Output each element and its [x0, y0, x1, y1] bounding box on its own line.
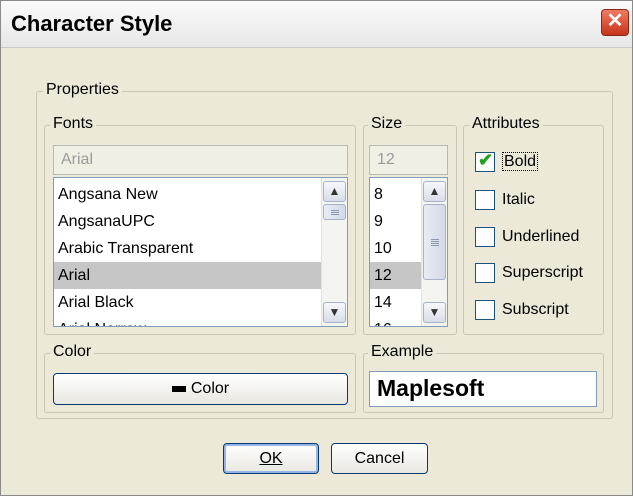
title-bar: Character Style ✕ [1, 1, 632, 48]
color-button-label: Color [190, 380, 230, 397]
color-swatch-icon [171, 385, 186, 392]
attributes-legend: Attributes [469, 115, 543, 133]
scroll-down-icon[interactable]: ▼ [323, 302, 346, 323]
ok-label: OK [259, 450, 283, 467]
scroll-down-icon[interactable]: ▼ [423, 302, 446, 323]
size-list-item[interactable]: 10 [370, 235, 422, 262]
bold-label: Bold [502, 152, 539, 171]
size-list-item[interactable]: 12 [370, 262, 422, 289]
size-list-item[interactable]: 8 [370, 181, 422, 208]
example-legend: Example [368, 343, 437, 361]
font-name-field[interactable]: Arial [53, 145, 348, 175]
check-icon: ✔ [478, 150, 494, 170]
fonts-list-item[interactable]: Arial Black [54, 289, 322, 316]
italic-label: Italic [502, 191, 535, 208]
checkbox-box[interactable] [475, 300, 495, 320]
size-list-item[interactable]: 16 [370, 316, 422, 326]
size-list-item[interactable]: 9 [370, 208, 422, 235]
checkbox-box[interactable]: ✔ [475, 150, 495, 172]
subscript-label: Subscript [502, 301, 569, 318]
fonts-list-item[interactable]: Arial Narrow [54, 316, 322, 326]
checkbox-box[interactable] [475, 263, 495, 283]
close-icon[interactable]: ✕ [601, 9, 629, 36]
superscript-label: Superscript [502, 264, 583, 281]
size-list-scrollbar[interactable]: ▲ ▼ [421, 178, 447, 326]
color-button[interactable]: Color [53, 373, 348, 405]
scroll-up-icon[interactable]: ▲ [323, 181, 346, 202]
cancel-button[interactable]: Cancel [331, 443, 428, 474]
example-preview: Maplesoft [369, 371, 597, 407]
size-list[interactable]: 8910121416 ▲ ▼ [369, 177, 448, 327]
font-size-field[interactable]: 12 [369, 145, 448, 175]
fonts-legend: Fonts [50, 115, 97, 133]
font-list-scrollbar[interactable]: ▲ ▼ [321, 178, 347, 326]
font-list[interactable]: Angsana New AngsanaUPC Arabic Transparent A… [53, 177, 348, 327]
font-list-items: Angsana New AngsanaUPC Arabic Transparent A… [54, 181, 322, 326]
scroll-thumb[interactable] [423, 204, 446, 280]
size-legend: Size [368, 115, 406, 133]
scroll-thumb[interactable] [323, 204, 346, 220]
fonts-list-item[interactable]: Arabic Transparent [54, 235, 322, 262]
checkbox-box[interactable] [475, 227, 495, 247]
size-list-items: 8910121416 [370, 181, 422, 326]
fonts-list-item[interactable]: AngsanaUPC [54, 208, 322, 235]
size-list-item[interactable]: 14 [370, 289, 422, 316]
scroll-up-icon[interactable]: ▲ [423, 181, 446, 202]
checkbox-box[interactable] [475, 190, 495, 210]
ok-button[interactable]: OK [223, 443, 319, 474]
dialog-title: Character Style [11, 11, 173, 36]
properties-legend: Properties [43, 81, 122, 99]
underlined-label: Underlined [502, 228, 580, 245]
cancel-label: Cancel [354, 450, 405, 467]
fonts-list-item[interactable]: Angsana New [54, 181, 322, 208]
character-style-dialog: Character Style ✕ Properties Fonts Arial… [0, 0, 633, 496]
fonts-list-item[interactable]: Arial [54, 262, 322, 289]
color-legend: Color [50, 343, 95, 361]
